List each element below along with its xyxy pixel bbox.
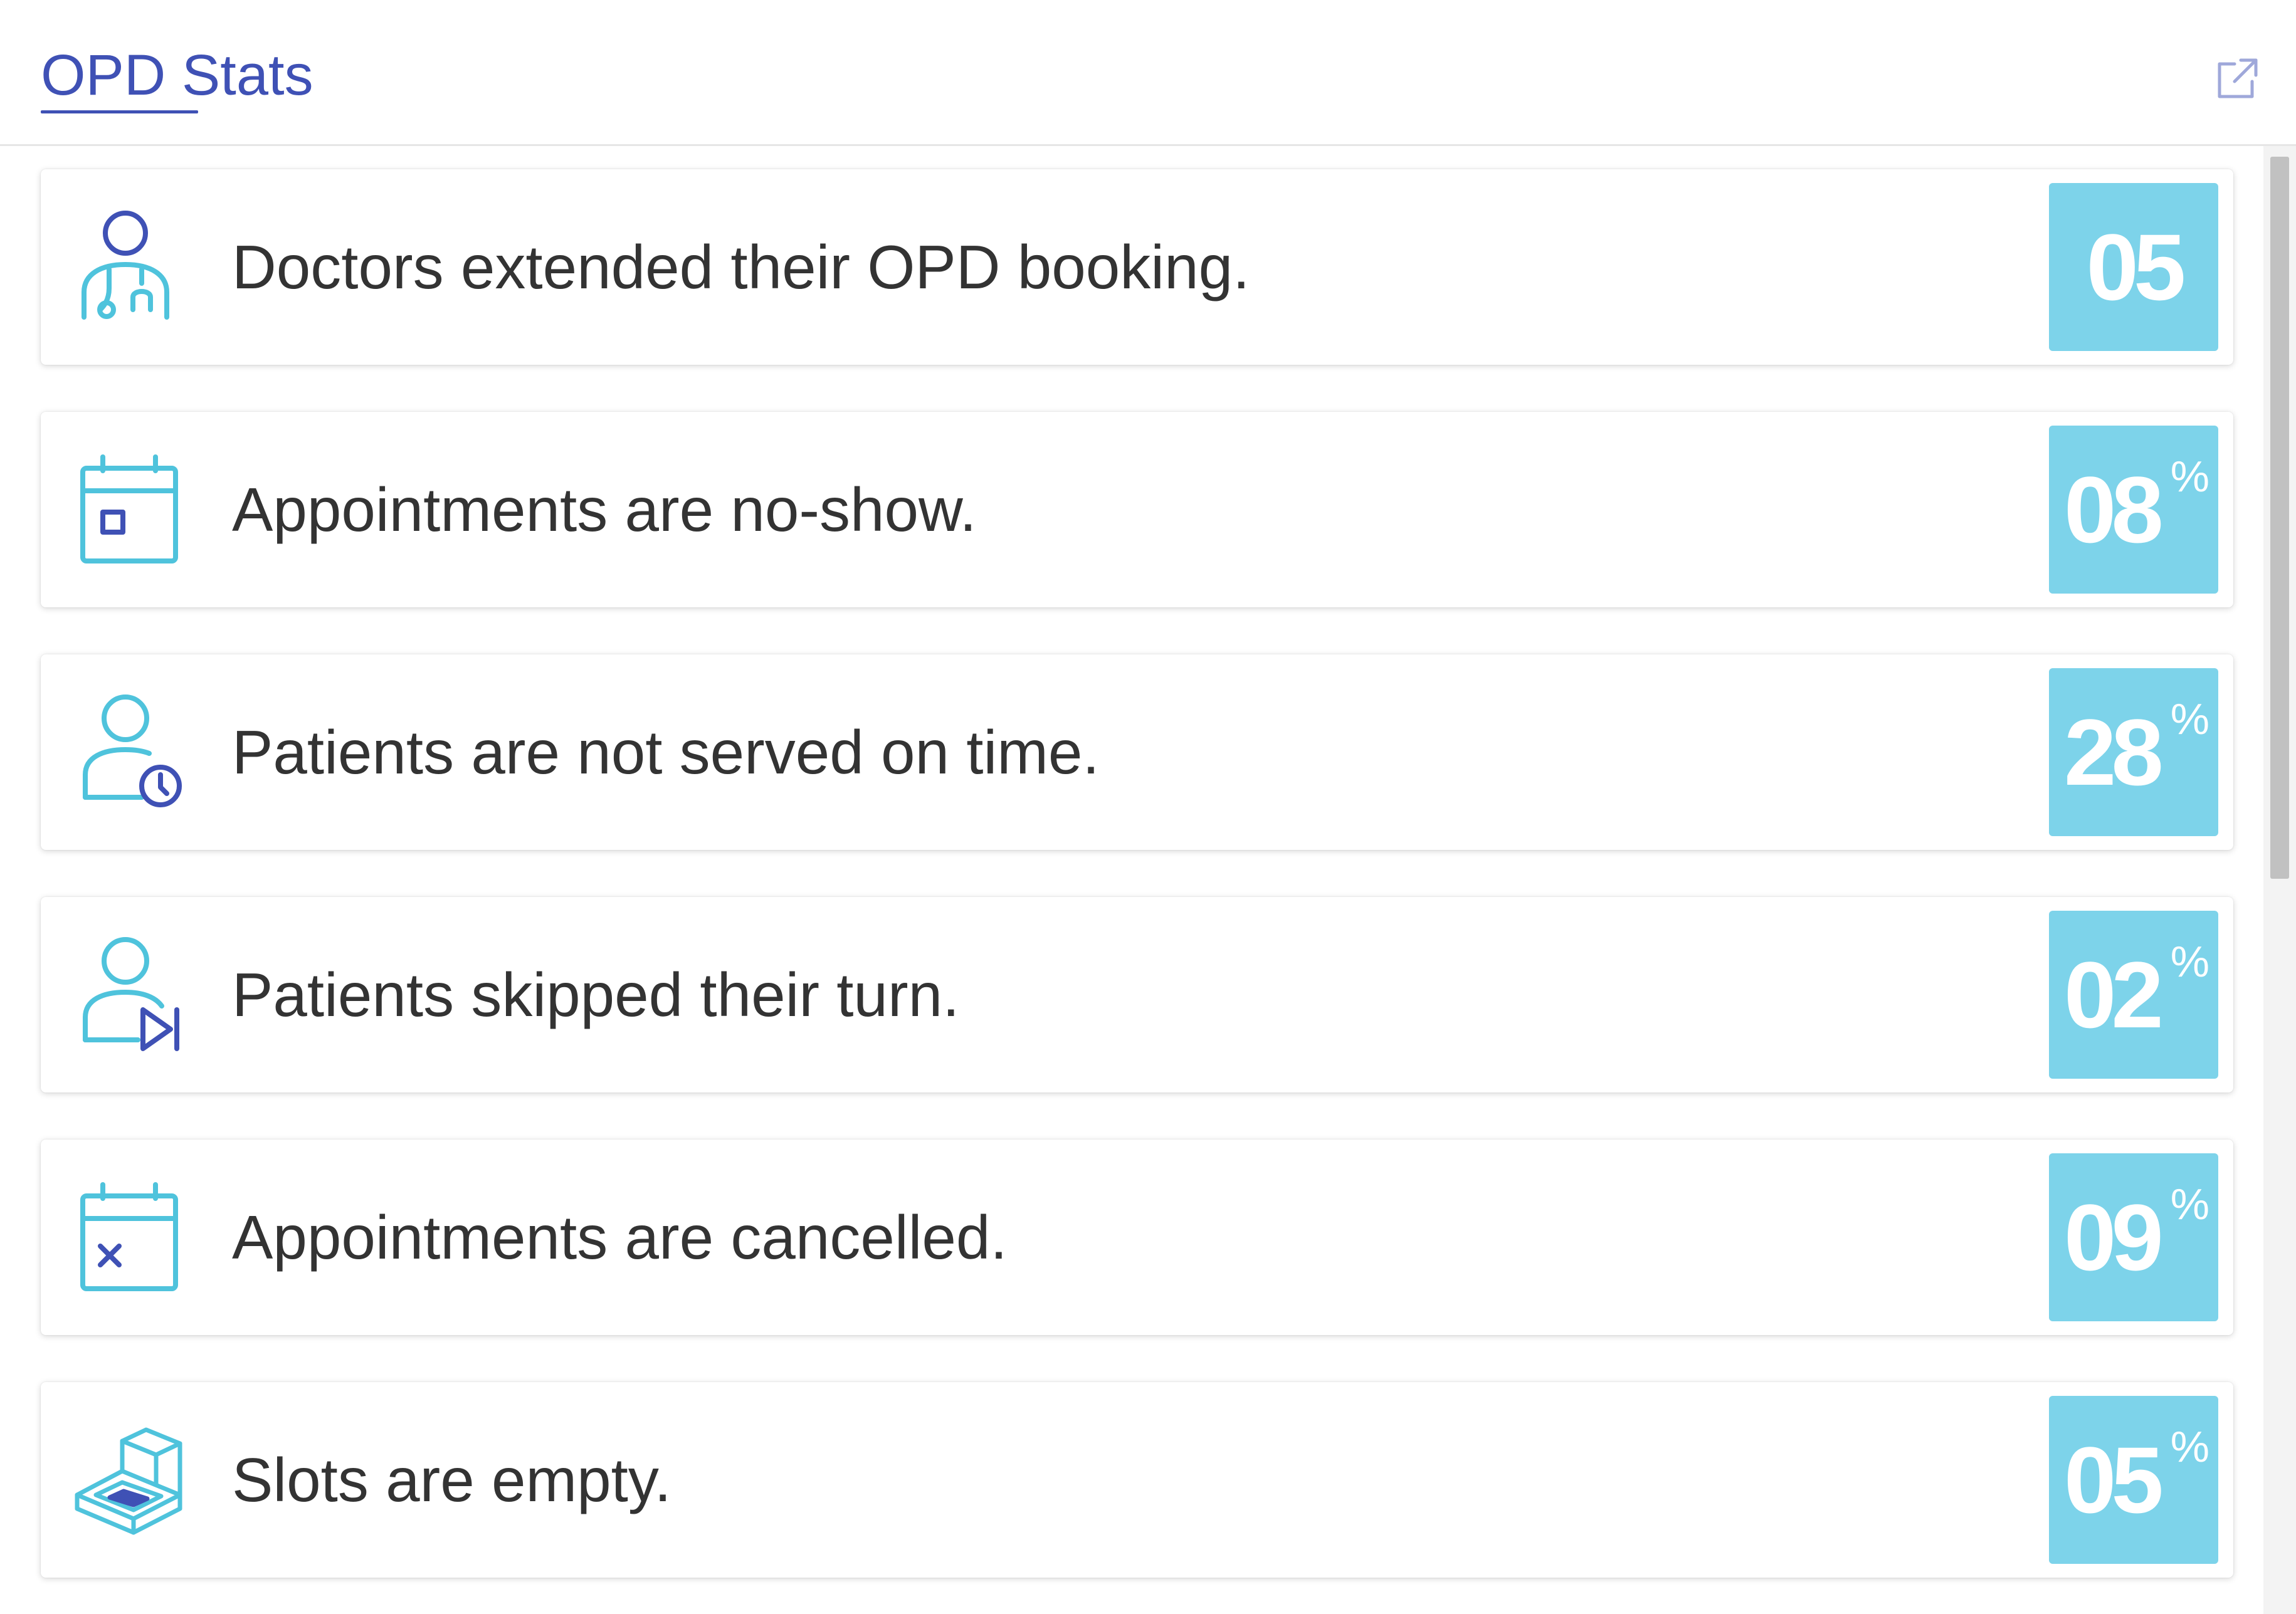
stat-value-badge: 05 % bbox=[2049, 1396, 2218, 1564]
stat-label: Patients are not served on time. bbox=[232, 718, 1100, 787]
stat-value: 09 bbox=[2064, 1185, 2164, 1290]
stat-value-badge: 09 % bbox=[2049, 1153, 2218, 1321]
tab-opd-stats[interactable]: OPD Stats bbox=[41, 38, 313, 113]
stat-card-doctors-extended[interactable]: Doctors extended their OPD booking. 05 bbox=[41, 169, 2233, 365]
stat-card-no-show[interactable]: Appointments are no-show. 08 % bbox=[41, 412, 2233, 607]
opd-stats-widget: OPD Stats Doctors extended their OPD boo… bbox=[0, 0, 2296, 1614]
percent-unit: % bbox=[2170, 1180, 2209, 1229]
patient-clock-icon bbox=[75, 694, 191, 810]
stat-value: 08 bbox=[2064, 457, 2164, 562]
stat-label: Appointments are no-show. bbox=[232, 475, 977, 544]
stat-value: 05 bbox=[2086, 214, 2186, 320]
percent-unit: % bbox=[2170, 937, 2209, 986]
external-link-icon[interactable] bbox=[2213, 55, 2261, 103]
stat-card-cancelled[interactable]: Appointments are cancelled. 09 % bbox=[41, 1140, 2233, 1335]
stat-label: Patients skipped their turn. bbox=[232, 960, 960, 1029]
stat-value-badge: 05 bbox=[2049, 183, 2218, 351]
stat-value: 28 bbox=[2064, 700, 2164, 805]
calendar-no-show-icon bbox=[75, 452, 191, 567]
stats-list[interactable]: Doctors extended their OPD booking. 05 A… bbox=[0, 146, 2263, 1614]
stat-value-badge: 28 % bbox=[2049, 668, 2218, 836]
doctor-icon bbox=[75, 209, 191, 325]
percent-unit: % bbox=[2170, 452, 2209, 501]
scrollbar-thumb[interactable] bbox=[2270, 157, 2289, 879]
active-tab-indicator bbox=[41, 110, 198, 113]
stat-value-badge: 08 % bbox=[2049, 426, 2218, 594]
stat-value: 05 bbox=[2064, 1427, 2164, 1533]
patient-skip-icon bbox=[75, 937, 191, 1052]
stat-value-badge: 02 % bbox=[2049, 911, 2218, 1079]
stat-label: Slots are empty. bbox=[232, 1445, 671, 1514]
percent-unit: % bbox=[2170, 1422, 2209, 1471]
widget-header: OPD Stats bbox=[0, 0, 2296, 146]
stat-card-slots-empty[interactable]: Slots are empty. 05 % bbox=[41, 1382, 2233, 1578]
calendar-cancel-icon bbox=[75, 1180, 191, 1295]
stat-value: 02 bbox=[2064, 942, 2164, 1047]
percent-unit: % bbox=[2170, 694, 2209, 743]
stat-label: Appointments are cancelled. bbox=[232, 1203, 1008, 1272]
stat-card-skipped-turn[interactable]: Patients skipped their turn. 02 % bbox=[41, 897, 2233, 1093]
empty-slot-box-icon bbox=[71, 1422, 186, 1538]
stat-card-not-served-on-time[interactable]: Patients are not served on time. 28 % bbox=[41, 654, 2233, 850]
stat-label: Doctors extended their OPD booking. bbox=[232, 233, 1250, 301]
